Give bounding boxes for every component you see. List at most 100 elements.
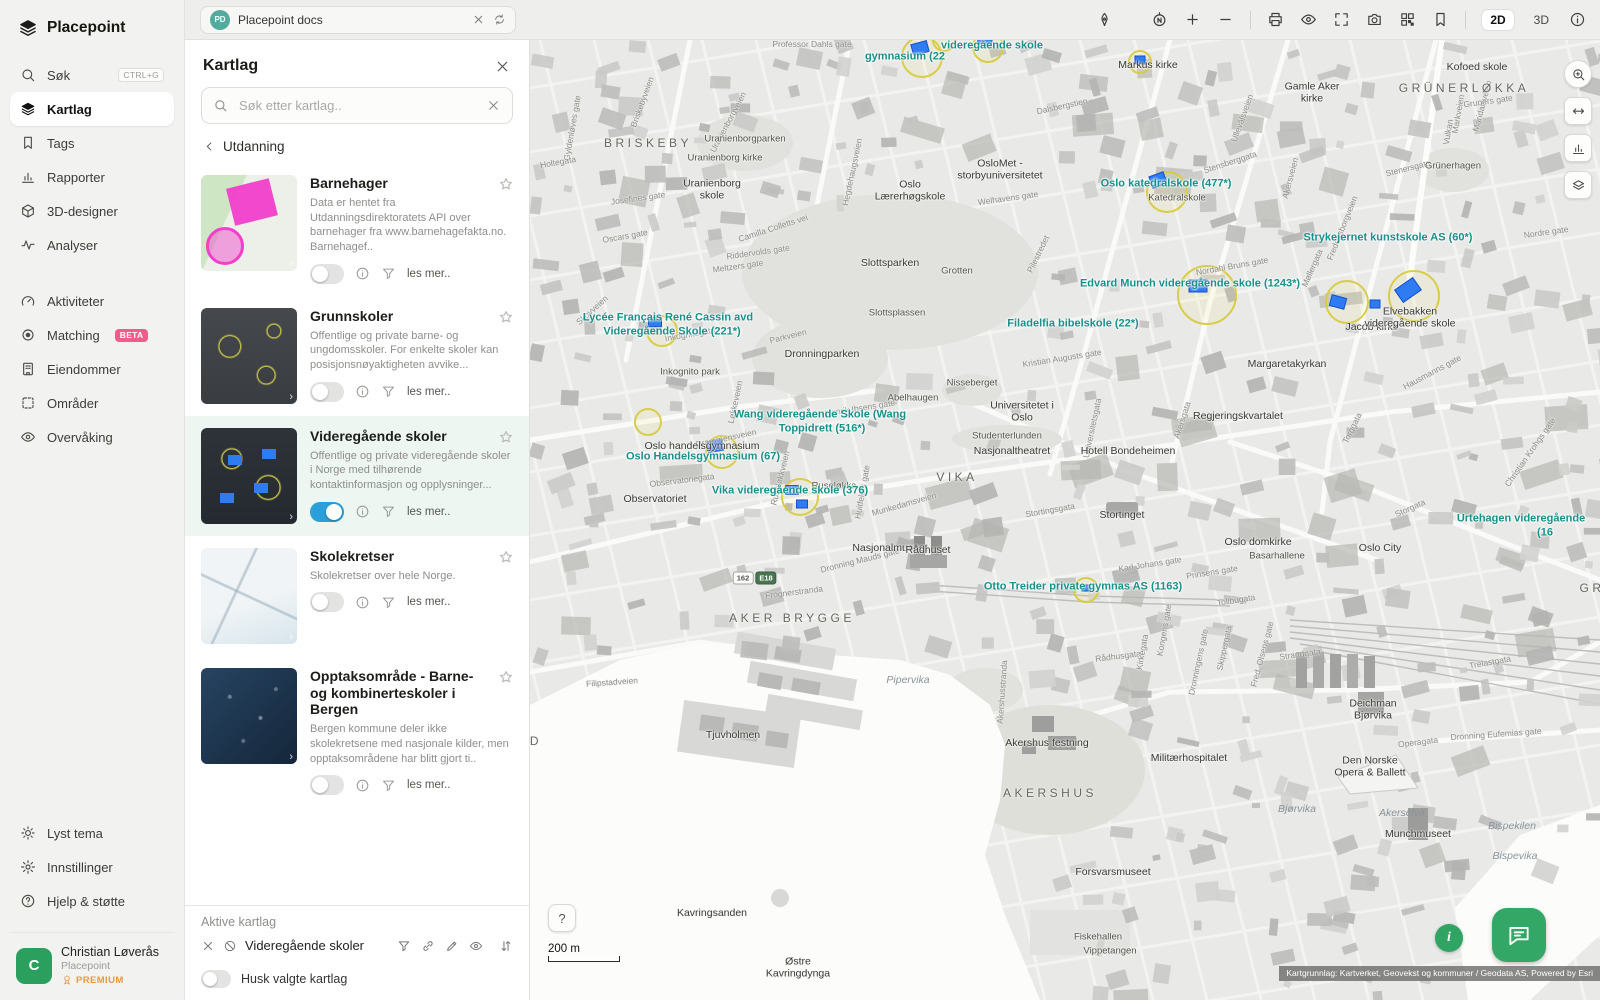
map-school-label[interactable]: Urtehagen videregående [1457,513,1585,526]
layer-filter-icon[interactable] [381,504,396,519]
layer-thumbnail[interactable]: › [201,668,297,764]
map-school-label[interactable]: Toppidrett (516*) [779,423,866,436]
sidebar-item-eiendommer[interactable]: Eiendommer [10,352,174,386]
layer-info-icon[interactable] [355,384,370,399]
qr-code-icon[interactable] [1399,11,1416,28]
layer-thumbnail[interactable]: › [201,428,297,524]
map-school-label[interactable]: Edvard Munch videregående skole (1243*) [1080,278,1300,291]
info-fab-button[interactable]: i [1435,924,1463,952]
map-school-label[interactable]: Otto Treider private gymnas AS (1163) [984,581,1182,594]
layer-card[interactable]: › Skolekretser Skolekretser over hele No… [185,536,529,656]
zoom-search-button[interactable] [1564,60,1592,88]
zoom-out-icon[interactable] [1217,11,1234,28]
layer-info-icon[interactable] [355,266,370,281]
user-card[interactable]: C Christian Løverås Placepoint PREMIUM [10,932,174,988]
sidebar-item-områder[interactable]: Områder [10,386,174,420]
layer-info-icon[interactable] [355,595,370,610]
sidebar-item-rapporter[interactable]: Rapporter [10,160,174,194]
sidebar-item-tags[interactable]: Tags [10,126,174,160]
sidebar-item[interactable]: Innstillinger [10,850,174,884]
sidebar-item-analyser[interactable]: Analyser [10,228,174,262]
map-school-label[interactable]: gymnasium (22 [865,51,945,64]
read-more-link[interactable]: les mer.. [407,268,450,280]
map-school-label[interactable]: Filadelfia bibelskole (22*) [1007,318,1138,331]
hide-layer-icon[interactable] [223,939,237,953]
layer-toggle[interactable] [310,775,344,795]
star-icon[interactable] [498,669,514,685]
layer-filter-icon[interactable] [381,384,396,399]
draw-pen-icon[interactable] [1096,11,1113,28]
bookmark-icon[interactable] [1432,11,1449,28]
sidebar-item-overvåking[interactable]: Overvåking [10,420,174,454]
map-school-label[interactable]: Strykejernet kunstskole AS (60*) [1304,232,1473,245]
sidebar-item-kartlag[interactable]: Kartlag [10,92,174,126]
map-school-label[interactable]: Videregående Skole (221*) [603,326,740,339]
layer-card[interactable]: › Opptaksområde - Barne- og kombinertesk… [185,656,529,808]
brand[interactable]: Placepoint [10,16,174,58]
zoom-in-icon[interactable] [1184,11,1201,28]
layer-info-icon[interactable] [355,778,370,793]
panel-close-icon[interactable] [494,58,511,75]
remove-active-layer-icon[interactable] [201,939,215,953]
sidebar-item[interactable]: Hjelp & støtte [10,884,174,918]
map-school-label[interactable]: Lycée Français René Cassin avd [583,312,753,325]
layers-button[interactable] [1564,171,1592,199]
sidebar-item-matching[interactable]: Matching BETA [10,318,174,352]
read-more-link[interactable]: les mer.. [407,596,450,608]
map-school-label[interactable]: Oslo katedralskole (477*) [1101,178,1232,191]
visibility-icon[interactable] [1300,11,1317,28]
read-more-link[interactable]: les mer.. [407,386,450,398]
layer-search[interactable] [201,87,513,124]
compare-button[interactable] [1564,97,1592,125]
layer-toggle[interactable] [310,382,344,402]
remember-layers-toggle[interactable] [201,970,231,988]
screenshot-icon[interactable] [1366,11,1383,28]
layer-card[interactable]: › Grunnskoler Offentlige og private barn… [185,296,529,416]
sidebar-item-aktiviteter[interactable]: Aktiviteter [10,284,174,318]
compass-icon[interactable] [1151,11,1168,28]
layer-card[interactable]: › Barnehager Data er hentet fra Utdannin… [185,163,529,296]
mode-3d-button[interactable]: 3D [1530,10,1553,30]
read-more-link[interactable]: les mer.. [407,506,450,518]
sort-icon[interactable] [499,939,513,953]
layer-toggle[interactable] [310,502,344,522]
layer-toggle[interactable] [310,592,344,612]
layer-info-icon[interactable] [355,504,370,519]
fullscreen-icon[interactable] [1333,11,1350,28]
star-icon[interactable] [498,176,514,192]
doc-tab-close-icon[interactable] [472,13,485,26]
statistics-button[interactable] [1564,134,1592,162]
map-school-label[interactable]: Oslo Handelsgymnasium (67) [626,451,780,464]
layer-toggle[interactable] [310,264,344,284]
info-icon[interactable] [1569,11,1586,28]
mode-2d-button[interactable]: 2D [1482,10,1513,30]
read-more-link[interactable]: les mer.. [407,779,450,791]
help-button[interactable]: ? [548,904,576,932]
doc-tab[interactable]: PD Placepoint docs [200,6,516,34]
layer-filter-icon[interactable] [381,595,396,610]
print-icon[interactable] [1267,11,1284,28]
layer-card[interactable]: › Videregående skoler Offentlige og priv… [185,416,529,536]
filter-icon[interactable] [397,939,411,953]
layer-visibility-icon[interactable] [469,939,483,953]
star-icon[interactable] [498,549,514,565]
layer-filter-icon[interactable] [381,778,396,793]
map-school-label[interactable]: Wang videregående Skole (Wang [734,409,906,422]
clear-search-icon[interactable] [486,98,501,113]
star-icon[interactable] [498,309,514,325]
layer-thumbnail[interactable]: › [201,308,297,404]
chat-fab-button[interactable] [1492,908,1546,962]
map[interactable]: Professor Dahls gateHegdehaugsveienGylde… [530,40,1600,1000]
map-school-label[interactable]: videregående skole [941,40,1043,52]
link-icon[interactable] [421,939,435,953]
edit-icon[interactable] [445,939,459,953]
layer-thumbnail[interactable]: › [201,175,297,271]
sidebar-item[interactable]: Lyst tema [10,816,174,850]
map-school-label[interactable]: (16 [1537,527,1553,540]
search-input[interactable] [237,97,477,114]
active-layer-row[interactable]: Videregående skoler [201,938,513,953]
breadcrumb-back[interactable]: Utdanning [185,132,529,163]
map-school-label[interactable]: Vika videregående skole (376) [712,485,868,498]
layer-filter-icon[interactable] [381,266,396,281]
sidebar-item-søk[interactable]: Søk CTRL+G [10,58,174,92]
